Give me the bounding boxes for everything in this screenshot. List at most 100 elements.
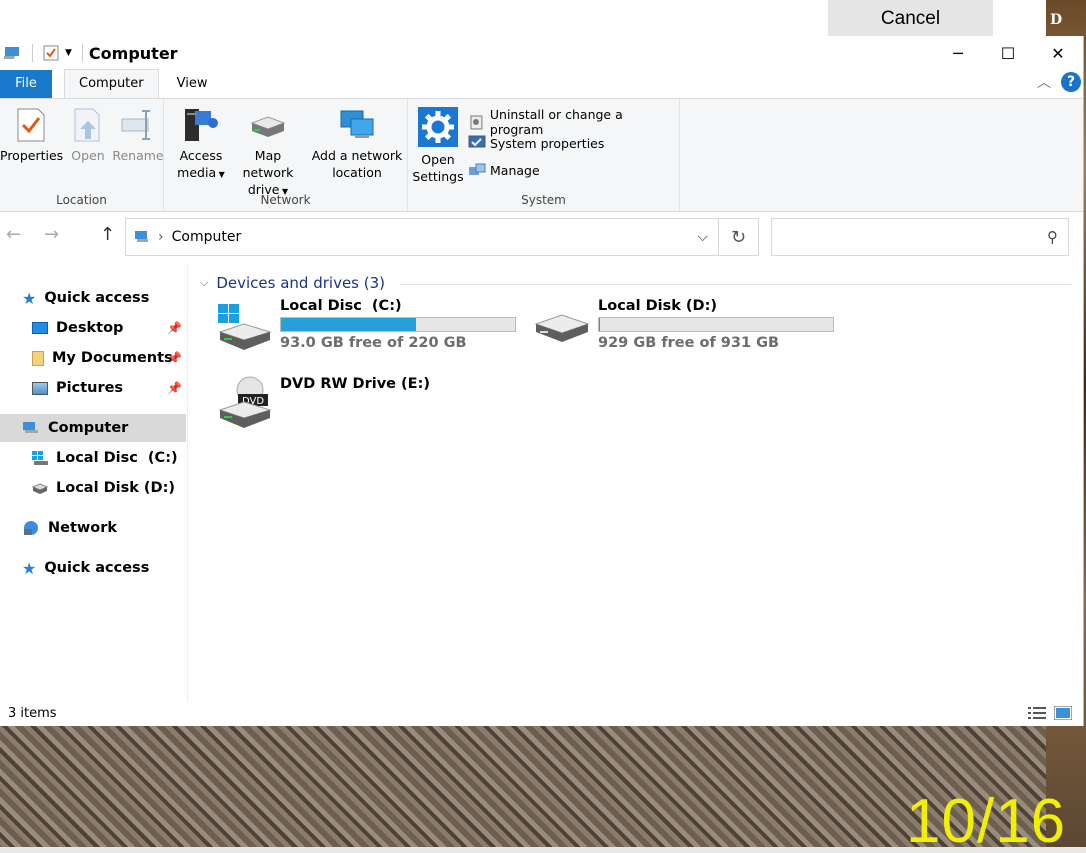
properties-button[interactable]: Properties bbox=[0, 107, 64, 164]
section-divider bbox=[400, 284, 1072, 285]
help-icon[interactable]: ? bbox=[1061, 72, 1081, 92]
nav-item-local-d[interactable]: Local Disk (D:) bbox=[32, 474, 175, 502]
nav-item-desktop[interactable]: Desktop 📌 bbox=[32, 314, 188, 342]
tab-file[interactable]: File bbox=[0, 70, 52, 98]
nav-label: Network bbox=[48, 520, 118, 536]
open-icon bbox=[74, 108, 100, 142]
dvd-drive-icon: DVD bbox=[218, 376, 272, 428]
collapse-ribbon-icon[interactable]: ︿ bbox=[1037, 72, 1051, 92]
system-properties-icon bbox=[468, 135, 486, 148]
pictures-icon bbox=[32, 381, 48, 395]
item-count: 3 items bbox=[8, 706, 57, 721]
drive-e[interactable]: DVD DVD RW Drive (E:) bbox=[214, 376, 524, 436]
computer-icon bbox=[23, 422, 38, 433]
drive-c[interactable]: Local Disc (C:) 93.0 GB free of 220 GB bbox=[214, 298, 524, 358]
quick-access-toolbar-dropdown-icon[interactable]: ▼ bbox=[65, 48, 72, 58]
pin-icon[interactable]: 📌 bbox=[167, 351, 182, 365]
cancel-button[interactable]: Cancel bbox=[828, 0, 993, 38]
network-group-label: Network bbox=[260, 193, 311, 207]
rename-icon bbox=[121, 110, 150, 140]
large-icons-view-icon[interactable] bbox=[1054, 706, 1072, 720]
refresh-button[interactable]: ↻ bbox=[719, 218, 759, 256]
nav-label: My Documents bbox=[52, 350, 173, 366]
devices-section-header[interactable]: ⌵ Devices and drives (3) bbox=[200, 274, 385, 292]
bottom-edge bbox=[0, 847, 1086, 853]
drive-icon bbox=[32, 483, 48, 494]
minimize-button[interactable]: ─ bbox=[933, 36, 983, 70]
chevron-right-icon[interactable]: › bbox=[158, 229, 164, 245]
navigation-pane: ★ Quick access Desktop 📌 My Documents 📌 … bbox=[0, 264, 188, 702]
system-properties-button[interactable]: System properties bbox=[468, 134, 604, 152]
uninstall-label: Uninstall or change a program bbox=[489, 107, 623, 137]
nav-item-local-c[interactable]: Local Disc (C:) bbox=[32, 444, 178, 472]
drive-free-space: 93.0 GB free of 220 GB bbox=[280, 335, 467, 351]
access-media-label-2: media bbox=[177, 165, 217, 180]
network-group: Access media ▼ Map network drive ▼ Add a… bbox=[164, 99, 408, 211]
open-label: Open bbox=[71, 148, 105, 163]
details-view-icon[interactable] bbox=[1028, 706, 1046, 720]
tab-computer[interactable]: Computer bbox=[64, 69, 159, 98]
add-network-location-button[interactable]: Add a network location bbox=[310, 107, 404, 181]
maximize-button[interactable]: ☐ bbox=[983, 36, 1033, 70]
forward-arrow-icon[interactable]: → bbox=[44, 224, 59, 245]
open-settings-button[interactable]: Open Settings bbox=[412, 107, 464, 185]
properties-quick-icon[interactable] bbox=[43, 45, 59, 61]
capacity-bar bbox=[598, 317, 834, 332]
search-input[interactable]: ⚲ bbox=[771, 218, 1069, 256]
manage-button[interactable]: Manage bbox=[468, 161, 540, 179]
address-dropdown-icon[interactable]: ⌵ bbox=[697, 229, 708, 245]
nav-item-network[interactable]: Network bbox=[22, 514, 117, 542]
properties-label: Properties bbox=[0, 148, 64, 163]
system-group: Open Settings Uninstall or change a prog… bbox=[408, 99, 680, 211]
drive-d[interactable]: Local Disk (D:) 929 GB free of 931 GB bbox=[534, 298, 844, 358]
ribbon: Properties Open Rename Location Access m… bbox=[0, 98, 1083, 212]
add-location-label-1: Add a network bbox=[311, 148, 403, 163]
nav-label: Quick access bbox=[44, 290, 150, 306]
nav-label: Desktop bbox=[56, 320, 124, 336]
nav-item-pictures[interactable]: Pictures 📌 bbox=[32, 374, 188, 402]
nav-item-quick-access[interactable]: ★ Quick access bbox=[22, 284, 149, 312]
nav-item-documents[interactable]: My Documents 📌 bbox=[32, 344, 188, 372]
add-location-label-2: location bbox=[332, 165, 382, 180]
rename-button[interactable]: Rename bbox=[112, 107, 164, 164]
drive-icon bbox=[534, 314, 590, 342]
back-arrow-icon[interactable]: ← bbox=[6, 224, 21, 245]
nav-label: Local Disk (D:) bbox=[56, 480, 176, 496]
drive-name: Local Disk (D:) bbox=[598, 298, 718, 314]
nav-item-computer[interactable]: Computer bbox=[0, 414, 186, 442]
pin-icon[interactable]: 📌 bbox=[167, 381, 182, 395]
nav-label: Pictures bbox=[56, 380, 124, 396]
nav-label: Computer bbox=[48, 420, 129, 436]
toolbar-separator bbox=[32, 44, 33, 62]
corner-text: D bbox=[1050, 12, 1063, 28]
address-bar[interactable]: › Computer ⌵ bbox=[125, 218, 719, 256]
nav-item-quick-access-2[interactable]: ★ Quick access bbox=[22, 554, 149, 582]
up-arrow-icon[interactable]: ↑ bbox=[100, 224, 115, 245]
star-icon: ★ bbox=[22, 558, 37, 578]
close-button[interactable]: ✕ bbox=[1033, 36, 1083, 70]
chevron-down-icon: ▼ bbox=[216, 170, 225, 179]
access-media-button[interactable]: Access media ▼ bbox=[176, 107, 226, 183]
uninstall-program-button[interactable]: Uninstall or change a program bbox=[468, 107, 679, 137]
pin-icon[interactable]: 📌 bbox=[167, 321, 182, 335]
open-button[interactable]: Open bbox=[66, 107, 110, 164]
tab-view[interactable]: View bbox=[163, 70, 222, 98]
window-title: Computer bbox=[88, 43, 178, 63]
network-location-icon bbox=[340, 110, 374, 138]
search-icon: ⚲ bbox=[1047, 228, 1058, 246]
nav-label: Local Disc (C:) bbox=[56, 450, 178, 466]
drive-free-space: 929 GB free of 931 GB bbox=[598, 335, 780, 351]
address-row: ← → ↑ › Computer ⌵ ↻ ⚲ bbox=[0, 212, 1083, 262]
open-settings-label-1: Open bbox=[421, 152, 455, 167]
drive-name: Local Disc (C:) bbox=[280, 298, 402, 314]
computer-icon bbox=[135, 231, 148, 242]
ribbon-tabs: File Computer View ︿ ? bbox=[0, 69, 1083, 98]
manage-label: Manage bbox=[490, 162, 540, 178]
windows-drive-icon bbox=[32, 451, 48, 465]
folder-icon bbox=[32, 350, 44, 366]
rename-label: Rename bbox=[112, 148, 164, 163]
map-drive-label-1: Map network bbox=[242, 148, 294, 180]
location-group: Properties Open Rename Location bbox=[0, 99, 164, 211]
title-bar: ▼ Computer ─ ☐ ✕ bbox=[0, 36, 1083, 70]
map-network-drive-button[interactable]: Map network drive ▼ bbox=[228, 107, 308, 200]
